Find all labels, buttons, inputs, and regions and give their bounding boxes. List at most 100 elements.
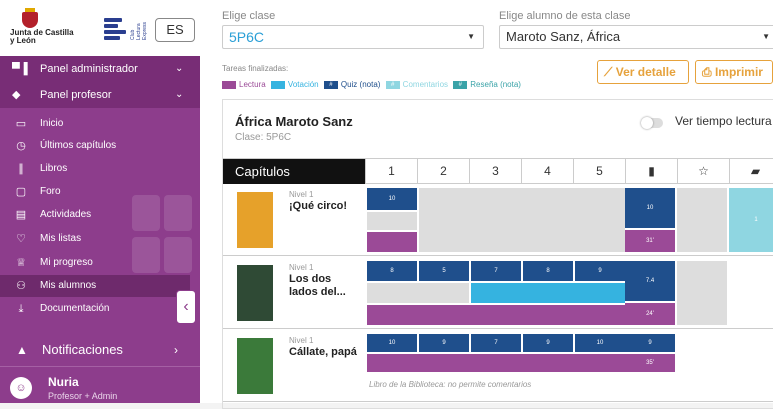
chevron-down-icon: ⌄ [175,89,184,100]
sidebar-item-label: Mis listas [40,233,82,244]
ver-detalle-label: Ver detalle [615,65,676,79]
sidebar-item-label: Libros [40,163,68,174]
user-name: Nuria [48,375,79,389]
sidebar-item-mi-progreso[interactable]: ♕ Mi progreso [0,252,190,274]
sidebar: Junta de Castilla y León Club Lectura Ex… [0,0,200,403]
sidebar-item-label: Inicio [40,118,64,129]
caret-down-icon: ▼ [762,32,770,41]
reading-cell [367,305,625,325]
class-label: Elige clase [222,10,276,22]
quiz-cell: 8 [367,261,417,281]
sidebar-item-ultimos-capitulos[interactable]: ◷ Últimos capítulos [0,135,190,157]
vote-cell [471,283,625,303]
table-row[interactable]: Nivel 1 Cállate, papá 10 9 7 9 10 9 35' … [223,330,773,402]
header-col-4: 4 [521,159,573,184]
progress-grid: 8 5 7 8 9 7.4 24' [367,261,773,325]
time-cell: 24' [625,303,675,325]
class-select[interactable]: 5P6C ▼ [222,25,484,49]
time-cell: 31' [625,230,675,252]
sidebar-item-label: Actividades [40,209,92,220]
time-cell: 35' [625,354,675,372]
book-cover [237,338,273,394]
reading-cell [367,354,625,372]
sidebar-item-libros[interactable]: ∥ Libros [0,158,190,180]
student-label: Elige alumno de esta clase [499,10,631,22]
review-cell: 1 [729,188,773,252]
language-selector[interactable]: ES [155,18,195,42]
avg-quiz-cell: 7.4 [625,261,675,301]
main-content: Elige clase 5P6C ▼ Elige alumno de esta c… [200,0,773,409]
sidebar-item-inicio[interactable]: ▭ Inicio [0,113,190,135]
empty-cell [367,283,469,303]
quiz-cell: 5 [419,261,469,281]
quiz-cell: 7 [471,334,521,352]
comments-icon: ▰ [729,159,773,184]
avg-quiz-cell: 10 [625,188,675,228]
printer-icon: ⎙ [702,65,715,79]
table-row[interactable]: Nivel 1 Los dos lados del... 8 5 7 8 9 7… [223,257,773,329]
legend-label: Comentarios [402,80,449,89]
table-row[interactable]: Nivel 1 ¡Qué circo! 10 10 31' 1 [223,184,773,256]
section-teacher-panel[interactable]: ◆ Panel profesor ⌄ [0,82,200,108]
quiz-cell: 9 [575,261,625,281]
section-label: Panel profesor [40,89,112,101]
junta-logo[interactable]: Junta de Castilla y León [10,8,74,45]
legend-swatch-comentarios: # [385,81,400,89]
header-col-3: 3 [469,159,521,184]
chevron-right-icon: › [174,343,178,357]
header-col-2: 2 [417,159,469,184]
heart-icon: ♡ [16,233,26,245]
trophy-icon: ♕ [16,257,26,269]
chat-icon: ▢ [15,186,27,198]
reading-time-toggle[interactable] [641,117,663,129]
imprimir-button[interactable]: ⎙ Imprimir [695,60,773,84]
activity-icon: ▤ [15,209,27,221]
user-role: Profesor + Admin [48,391,118,401]
legend-label: Reseña (nota) [470,80,521,89]
header-col-5: 5 [573,159,625,184]
student-class: Clase: 5P6C [235,132,292,143]
ver-detalle-button[interactable]: ⟋ Ver detalle [597,60,689,84]
legend-label: Votación [287,80,319,89]
brand-vertical-text: Club Lectura Express [130,21,148,40]
teacher-icon: ◆ [12,89,21,101]
class-value: 5P6C [229,29,265,45]
student-select[interactable]: Maroto Sanz, África ▼ [499,25,773,49]
sidebar-item-documentacion[interactable]: ⤓ Documentación [0,298,190,320]
bell-icon: ▲ [16,343,28,357]
header-col-1: 1 [365,159,417,184]
sidebar-item-mis-listas[interactable]: ♡ Mis listas [0,228,190,250]
chevron-left-icon: ‹ [183,298,189,315]
monitor-icon: ▭ [15,118,27,130]
empty-cell [419,188,625,252]
notifications-item[interactable]: ▲ Notificaciones › [0,336,200,364]
student-name: África Maroto Sanz [235,114,353,129]
quiz-cell: 10 [367,334,417,352]
imprimir-label: Imprimir [714,65,763,79]
quiz-cell: 8 [523,261,573,281]
sidebar-item-actividades[interactable]: ▤ Actividades [0,204,190,226]
user-profile[interactable]: ☺ Nuria Profesor + Admin [0,366,200,403]
section-admin-panel[interactable]: ▀▐ Panel administrador ⌄ [0,56,200,82]
legend-label: Quiz (nota) [340,80,381,89]
collapse-sidebar-button[interactable]: ‹ [176,290,196,324]
quiz-cell: 7 [471,261,521,281]
empty-cell [367,212,417,230]
quiz-cell: 10 [575,334,625,352]
sidebar-item-mis-alumnos[interactable]: ⚇ Mis alumnos [0,275,190,297]
legend-swatch-quiz: # [323,81,338,89]
avg-quiz-cell: 9 [625,334,675,352]
student-card: África Maroto Sanz Clase: 5P6C Ver tiemp… [222,99,773,409]
club-express-logo[interactable]: Club Lectura Express [104,18,148,40]
book-cover [237,192,273,248]
review-star-icon: ☆ [677,159,729,184]
logo-area: Junta de Castilla y León Club Lectura Ex… [0,0,200,56]
notifications-label: Notificaciones [42,342,123,357]
book-title: Los dos lados del... [289,273,346,298]
sidebar-item-foro[interactable]: ▢ Foro [0,181,190,203]
chevron-down-icon: ⌄ [175,63,184,74]
book-level: Nivel 1 [289,263,314,272]
quiz-cell: 9 [523,334,573,352]
header-chapters: Capítulos [223,159,365,184]
empty-cell [677,261,727,325]
